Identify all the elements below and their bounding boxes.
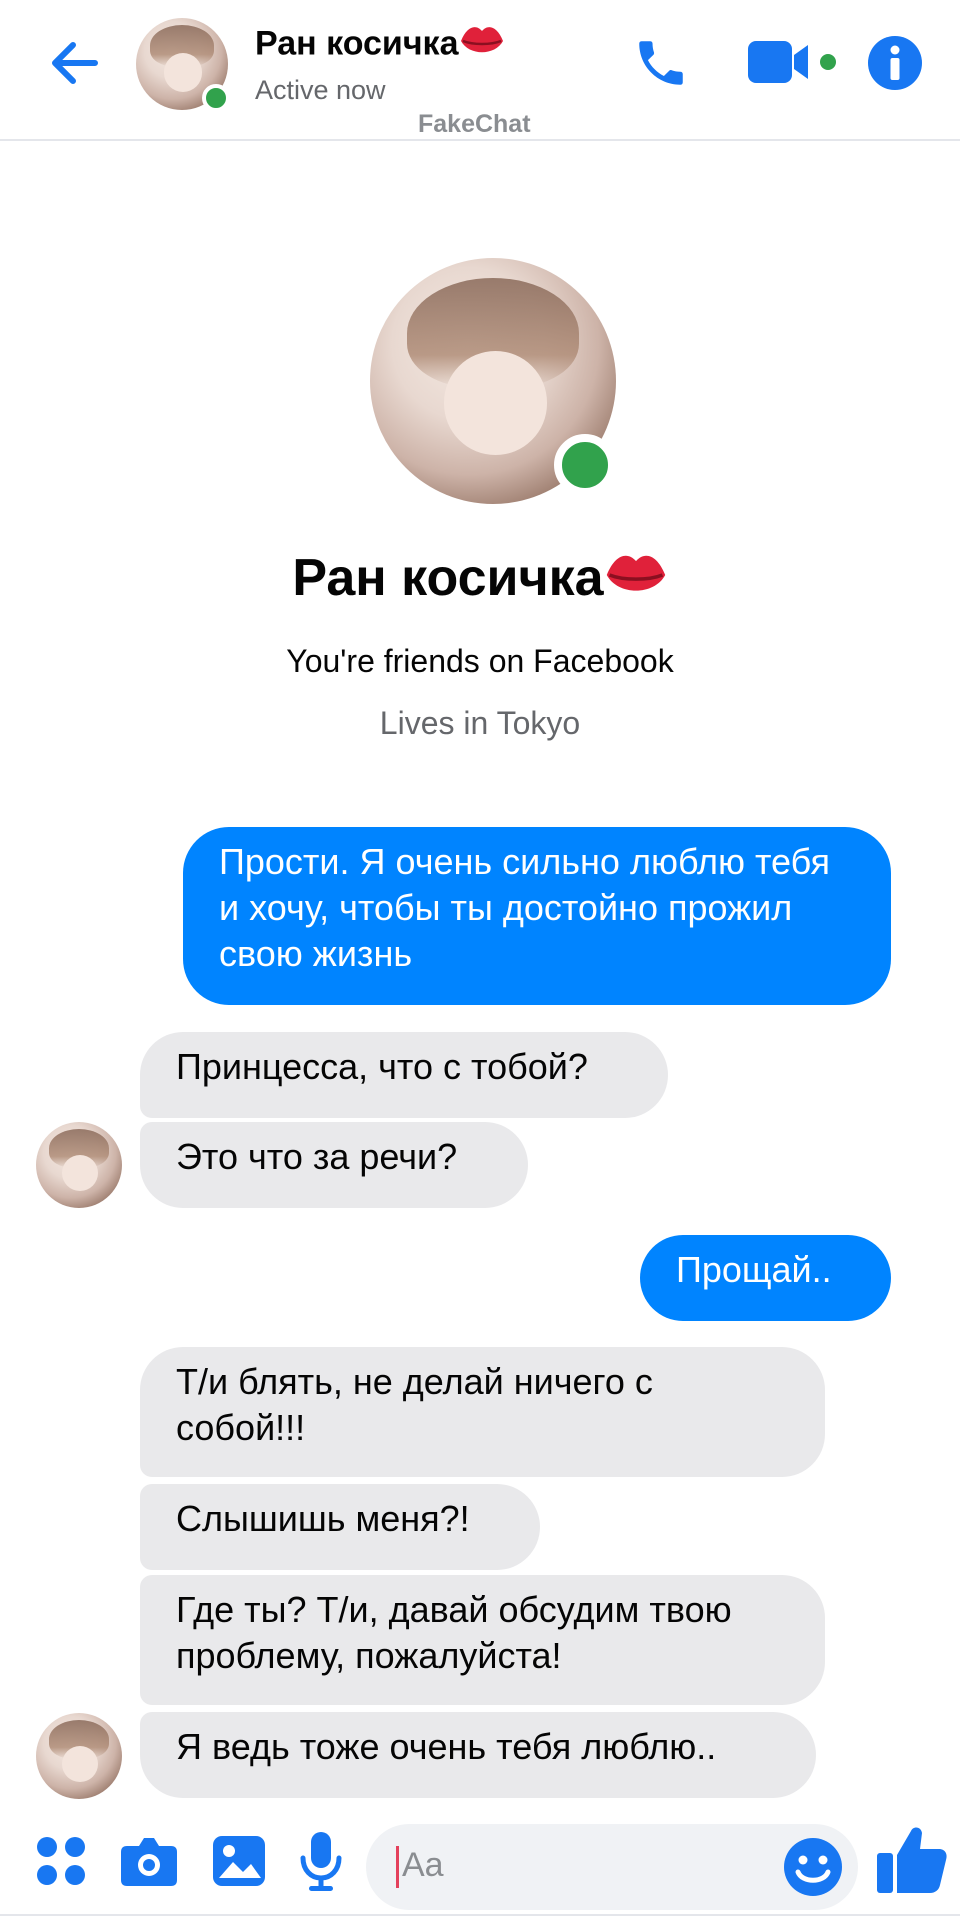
- incoming-message-bubble[interactable]: Принцесса, что с тобой?: [140, 1032, 668, 1118]
- profile-name: Ран косичка: [0, 548, 960, 615]
- camera-icon[interactable]: [116, 1828, 182, 1894]
- online-indicator: [554, 434, 616, 496]
- message-composer: Aa: [0, 1810, 960, 1920]
- fakechat-watermark: FakeChat: [418, 110, 531, 138]
- active-status: Active now: [255, 75, 386, 105]
- online-indicator: [202, 84, 230, 112]
- avatar-image: [36, 1713, 122, 1799]
- message-input-placeholder: Aa: [402, 1846, 444, 1884]
- sender-avatar[interactable]: [36, 1122, 122, 1208]
- text-cursor: [396, 1846, 399, 1888]
- contact-name-header[interactable]: Ран косичка: [255, 22, 505, 69]
- profile-name-text: Ран косичка: [292, 549, 604, 608]
- message-input[interactable]: Aa: [366, 1824, 858, 1910]
- sender-avatar[interactable]: [36, 1713, 122, 1799]
- contact-avatar[interactable]: [136, 18, 230, 112]
- outgoing-message-bubble[interactable]: Прости. Я очень сильно люблю тебя и хочу…: [183, 827, 891, 1005]
- thumbs-up-icon[interactable]: [872, 1820, 952, 1900]
- location-text: Lives in Tokyo: [379, 705, 581, 741]
- messenger-chat-screen: Ран косичка Active now FakeChat Ран коси…: [0, 0, 960, 1920]
- profile-avatar-large[interactable]: [370, 258, 616, 504]
- bottom-divider: [0, 1914, 960, 1916]
- friends-status-text: You're friends on Facebook: [286, 643, 674, 679]
- video-call-icon[interactable]: [742, 28, 842, 98]
- back-arrow-icon[interactable]: [40, 28, 110, 98]
- microphone-icon[interactable]: [288, 1828, 354, 1894]
- gallery-image-icon[interactable]: [206, 1828, 272, 1894]
- incoming-message-bubble[interactable]: Т/и блять, не делай ничего с собой!!!: [140, 1347, 825, 1477]
- kiss-lips-icon: [459, 22, 505, 69]
- contact-name-text: Ран косичка: [255, 24, 459, 63]
- incoming-message-bubble[interactable]: Я ведь тоже очень тебя люблю..: [140, 1712, 816, 1798]
- info-icon[interactable]: [860, 28, 930, 98]
- phone-call-icon[interactable]: [626, 28, 696, 98]
- incoming-message-bubble[interactable]: Слышишь меня?!: [140, 1484, 540, 1570]
- outgoing-message-bubble[interactable]: Прощай..: [640, 1235, 891, 1321]
- chat-header: Ран косичка Active now FakeChat: [0, 0, 960, 141]
- incoming-message-bubble[interactable]: Это что за речи?: [140, 1122, 528, 1208]
- kiss-lips-icon: [604, 548, 668, 615]
- apps-grid-icon[interactable]: [28, 1828, 94, 1894]
- avatar-image: [36, 1122, 122, 1208]
- emoji-smiley-icon[interactable]: [782, 1836, 844, 1898]
- incoming-message-bubble[interactable]: Где ты? Т/и, давай обсудим твою проблему…: [140, 1575, 825, 1705]
